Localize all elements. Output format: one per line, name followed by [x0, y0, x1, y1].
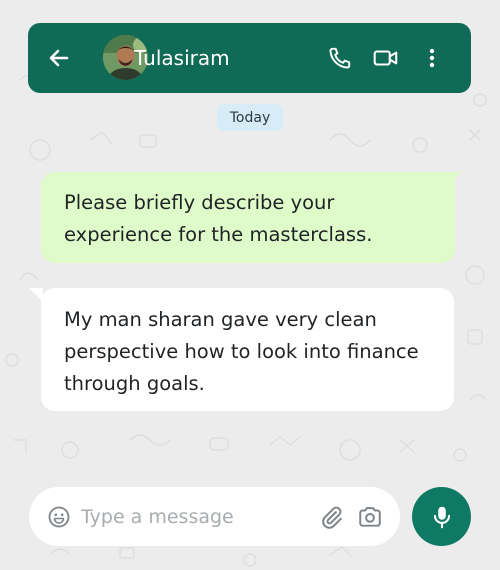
video-camera-icon: [373, 50, 398, 66]
phone-icon: [329, 47, 351, 69]
message-text: My man sharan gave very clean perspectiv…: [64, 308, 419, 395]
date-chip: Today: [217, 104, 283, 131]
chat-header: Tulasiram: [28, 23, 471, 93]
message-bubble-outgoing[interactable]: Please briefly describe your experience …: [41, 172, 455, 263]
microphone-icon: [433, 506, 450, 528]
message-text: Please briefly describe your experience …: [64, 191, 373, 246]
message-input[interactable]: [81, 501, 311, 533]
arrow-left-icon: [49, 49, 69, 67]
emoji-icon: [48, 506, 70, 528]
camera-button[interactable]: [356, 503, 384, 531]
video-call-button[interactable]: [372, 44, 400, 72]
voice-message-button[interactable]: [412, 487, 471, 546]
contact-name[interactable]: Tulasiram: [134, 45, 230, 71]
chat-screen: Tulasiram Today Please briefly describe …: [0, 0, 500, 570]
attach-button[interactable]: [317, 503, 345, 531]
back-button[interactable]: [46, 45, 72, 71]
camera-icon: [359, 507, 381, 527]
message-composer: [29, 487, 400, 546]
emoji-button[interactable]: [46, 504, 72, 530]
more-options-button[interactable]: [418, 44, 446, 72]
voice-call-button[interactable]: [326, 44, 354, 72]
more-vertical-icon: [429, 48, 435, 68]
message-bubble-incoming[interactable]: My man sharan gave very clean perspectiv…: [41, 288, 454, 411]
paperclip-icon: [322, 506, 342, 529]
